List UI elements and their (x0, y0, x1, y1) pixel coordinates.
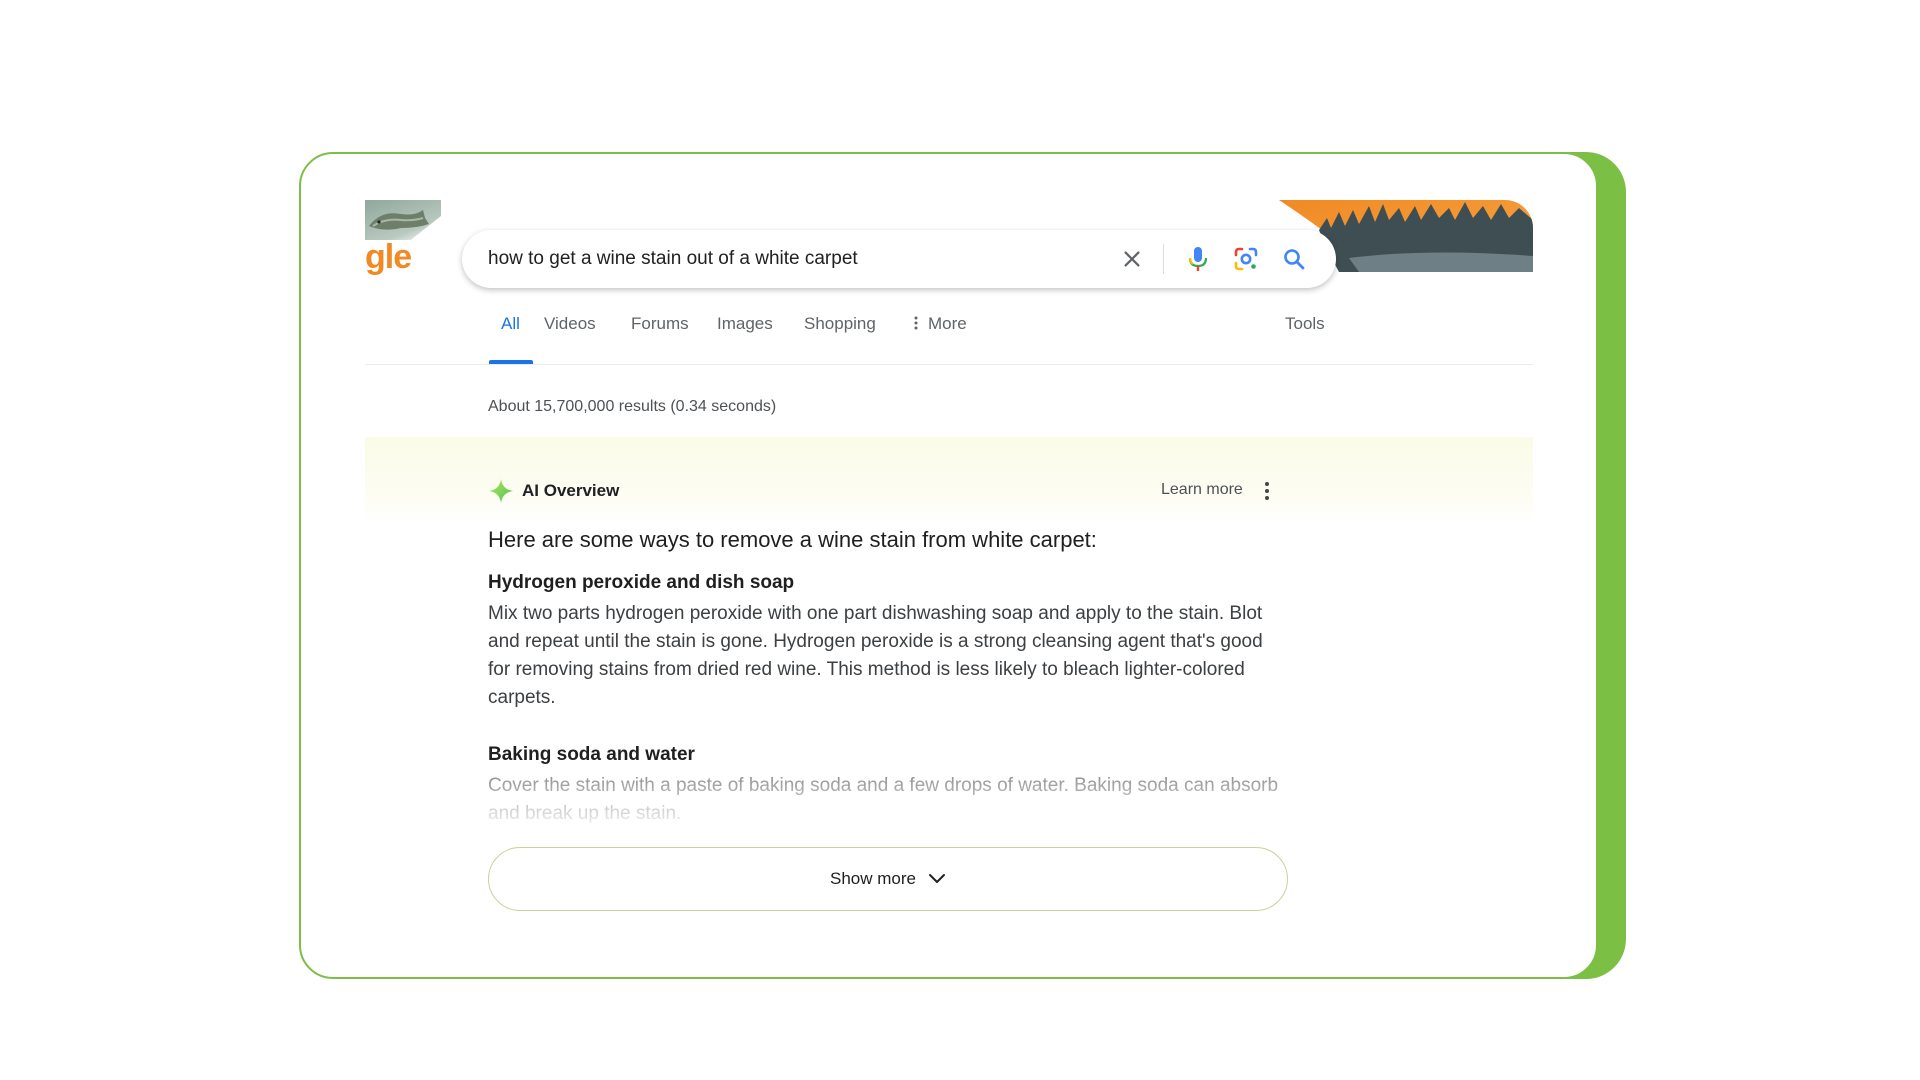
more-vert-icon (914, 315, 918, 335)
search-icon (1284, 249, 1305, 270)
fish-icon (369, 210, 429, 230)
ai-overview-options-button[interactable] (1261, 480, 1273, 502)
chevron-down-icon (928, 874, 945, 883)
tools-button[interactable]: Tools (1285, 314, 1325, 334)
screenshot-frame: gle how to get a wine stain out of a whi… (299, 152, 1598, 979)
show-more-button[interactable]: Show more (488, 847, 1288, 911)
doodle-logo-text: gle (365, 238, 412, 276)
results-count: About 15,700,000 results (0.34 seconds) (488, 398, 777, 415)
section-body-hydrogen-peroxide: Mix two parts hydrogen peroxide with one… (488, 603, 1263, 708)
ai-overview-title: AI Overview (522, 481, 620, 500)
ai-overview-intro: Here are some ways to remove a wine stai… (488, 527, 1097, 552)
lens-search-button[interactable] (1228, 241, 1264, 277)
doodle-logo[interactable]: gle (365, 200, 441, 286)
tabs-divider (365, 364, 1533, 365)
section-body-baking-soda: Cover the stain with a paste of baking s… (488, 775, 1279, 824)
tab-forums[interactable]: Forums (631, 314, 689, 334)
search-button[interactable] (1276, 241, 1312, 277)
voice-search-button[interactable] (1180, 241, 1216, 277)
tab-shopping[interactable]: Shopping (804, 314, 876, 334)
tab-videos[interactable]: Videos (544, 314, 596, 334)
tab-all[interactable]: All (501, 314, 520, 334)
tab-images[interactable]: Images (717, 314, 773, 334)
tab-more-label: More (928, 314, 967, 333)
microphone-icon (1188, 247, 1208, 271)
sparkle-icon (489, 479, 513, 503)
search-tabs: All Videos Forums Images Shopping More T… (301, 314, 1533, 362)
close-icon (1124, 251, 1140, 267)
search-box (462, 230, 1336, 288)
search-divider (1163, 244, 1164, 274)
tab-more[interactable]: More (914, 314, 967, 335)
clear-search-button[interactable] (1114, 241, 1150, 277)
show-more-label: Show more (830, 869, 916, 888)
section-title-hydrogen-peroxide: Hydrogen peroxide and dish soap (488, 572, 795, 593)
section-title-baking-soda: Baking soda and water (488, 744, 695, 765)
lens-icon (1234, 247, 1258, 271)
ai-overview-header: AI Overview (488, 478, 619, 504)
learn-more-link[interactable]: Learn more (1161, 481, 1243, 499)
search-input[interactable] (488, 230, 1088, 288)
